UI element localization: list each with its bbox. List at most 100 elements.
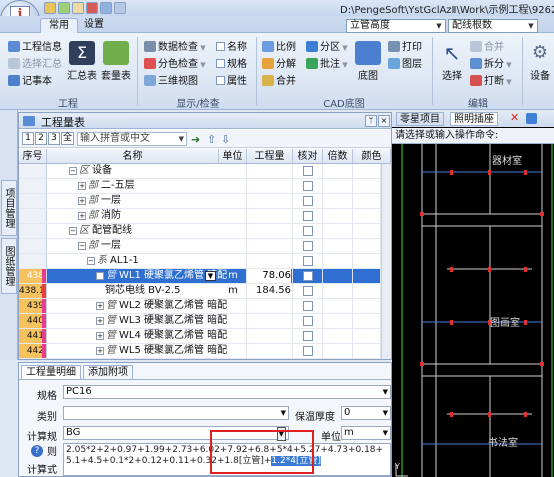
vertical-scrollbar[interactable] <box>381 164 391 359</box>
table-row[interactable]: 438− 管 WL1 硬聚氯乙烯管 暗配 ▼ m 78.06 <box>19 269 391 284</box>
chevron-down-icon[interactable]: ▼ <box>205 271 216 281</box>
col-multiple[interactable]: 倍数 <box>323 149 353 164</box>
checkbox[interactable] <box>216 59 225 68</box>
level-1-button[interactable]: 1 <box>22 132 34 145</box>
col-unit[interactable]: 单位 <box>219 149 247 164</box>
select-summary-button[interactable]: 选择汇总 <box>8 58 62 72</box>
quick-action-icon[interactable] <box>114 2 126 14</box>
arrow-down-icon[interactable]: ⇩ <box>221 133 230 146</box>
help-icon[interactable]: ? <box>31 445 43 457</box>
summary-table-button[interactable]: Σ 汇总表 <box>66 41 98 82</box>
checkbox[interactable] <box>216 76 225 85</box>
show-attr-checkbox[interactable]: 属性 <box>216 75 247 89</box>
table-row[interactable]: 439 + 管 WL2 硬聚氯乙烯管 暗配 <box>19 299 391 314</box>
verify-checkbox[interactable] <box>303 166 313 176</box>
level-3-button[interactable]: 3 <box>48 132 60 145</box>
verify-checkbox[interactable] <box>303 271 313 281</box>
color-check-button[interactable]: 分色检查 ▼ <box>144 58 206 72</box>
level-all-button[interactable]: 全 <box>61 132 74 145</box>
collapse-icon[interactable]: − <box>69 227 77 235</box>
quick-action-icon[interactable] <box>100 2 112 14</box>
table-row[interactable]: + 部消防 <box>19 209 391 224</box>
verify-checkbox[interactable] <box>303 196 313 206</box>
table-row[interactable]: 441 + 管 WL4 硬聚氯乙烯管 暗配 <box>19 329 391 344</box>
spec-field[interactable]: PC16 ▼ <box>63 385 391 399</box>
table-row[interactable]: − 系 AL1-1 <box>19 254 391 269</box>
base-drawing-button[interactable]: 底图 <box>354 41 382 82</box>
table-row[interactable]: + 部二-五层 <box>19 179 391 194</box>
search-input[interactable]: 输入拼音或中文 ▼ <box>77 132 187 146</box>
arrow-up-icon[interactable]: ⇧ <box>207 133 216 146</box>
expand-icon[interactable]: + <box>96 302 104 310</box>
quick-action-icon[interactable] <box>72 2 84 14</box>
quick-action-icon[interactable] <box>86 2 98 14</box>
close-icon[interactable]: × <box>378 115 390 127</box>
select-button[interactable]: ↖ 选择 <box>438 41 466 82</box>
expand-icon[interactable]: + <box>78 197 86 205</box>
notepad-button[interactable]: 记事本 <box>8 75 52 89</box>
verify-checkbox[interactable] <box>303 316 313 326</box>
pin-icon[interactable]: ᛘ <box>365 115 377 127</box>
print-button[interactable]: 打印 <box>388 41 422 55</box>
cad-canvas[interactable]: 器材室 图画室 书法室 Y <box>392 144 554 477</box>
tab-misc-items[interactable]: 零星项目 <box>396 112 444 126</box>
table-row[interactable]: + 部一层 <box>19 194 391 209</box>
col-name[interactable]: 名称 <box>47 149 219 164</box>
verify-checkbox[interactable] <box>303 256 313 266</box>
verify-checkbox[interactable] <box>303 226 313 236</box>
verify-checkbox[interactable] <box>303 181 313 191</box>
annotate-button[interactable]: 批注 ▼ <box>306 58 348 72</box>
unit-field[interactable]: m ▼ <box>341 426 391 440</box>
height-combo[interactable]: 立管高度 ▼ <box>346 19 446 33</box>
scale-button[interactable]: 比例 <box>262 41 296 55</box>
expand-icon[interactable]: + <box>96 317 104 325</box>
show-spec-checkbox[interactable]: 规格 <box>216 58 247 72</box>
table-row[interactable]: 442 + 管 WL5 硬聚氯乙烯管 暗配 <box>19 344 391 359</box>
verify-checkbox[interactable] <box>303 331 313 341</box>
tab-add-item[interactable]: 添加附项 <box>83 365 133 379</box>
checkbox[interactable] <box>216 42 225 51</box>
layers-button[interactable]: 图层 <box>388 58 422 72</box>
collapse-icon[interactable]: − <box>78 242 86 250</box>
expand-icon[interactable]: + <box>78 182 86 190</box>
table-row[interactable]: − 区设备 <box>19 164 391 179</box>
verify-checkbox[interactable] <box>303 211 313 221</box>
save-icon[interactable] <box>44 2 56 14</box>
quota-table-button[interactable]: 套量表 <box>100 41 132 82</box>
table-row[interactable]: 440 + 管 WL3 硬聚氯乙烯管 暗配 <box>19 314 391 329</box>
command-line[interactable]: 请选择或输入操作命令: <box>392 128 554 144</box>
collapse-icon[interactable]: − <box>69 167 77 175</box>
table-row[interactable]: − 部一层 <box>19 239 391 254</box>
split-button[interactable]: 拆分 ▼ <box>470 58 512 72</box>
expand-icon[interactable]: + <box>96 332 104 340</box>
verify-checkbox[interactable] <box>303 301 313 311</box>
merge-cad-button[interactable]: 合并 <box>262 75 296 89</box>
collapse-icon[interactable]: − <box>96 272 104 280</box>
close-icon[interactable]: ✕ <box>510 112 521 124</box>
col-qty[interactable]: 工程量 <box>247 149 293 164</box>
collapse-icon[interactable]: − <box>87 257 95 265</box>
level-2-button[interactable]: 2 <box>35 132 47 145</box>
tab-home[interactable]: 常用 <box>40 18 78 33</box>
open-icon[interactable] <box>58 2 70 14</box>
break-button[interactable]: 打断 ▼ <box>470 75 512 89</box>
tab-menu-icon[interactable] <box>526 113 537 124</box>
data-check-button[interactable]: 数据检查 ▼ <box>144 41 206 55</box>
expand-icon[interactable]: + <box>96 347 104 355</box>
insulation-field[interactable]: 0 ▼ <box>341 406 391 420</box>
settings-button[interactable]: ⚙ 设备 <box>526 41 554 82</box>
zone-button[interactable]: 分区 ▼ <box>306 41 348 55</box>
tab-quantity-detail[interactable]: 工程量明细 <box>21 365 81 379</box>
project-info-button[interactable]: 工程信息 <box>8 41 62 55</box>
verify-checkbox[interactable] <box>303 241 313 251</box>
side-tab-project[interactable]: 项目管理 <box>1 180 17 236</box>
category-field[interactable]: ▼ <box>63 406 289 420</box>
table-row[interactable]: − 区配管配线 <box>19 224 391 239</box>
side-tab-drawings[interactable]: 图纸管理 <box>1 238 17 294</box>
table-row[interactable]: 438.1 铜芯电线 BV-2.5 m 184.56 <box>19 284 391 299</box>
expand-icon[interactable]: + <box>78 212 86 220</box>
go-icon[interactable]: ➜ <box>191 133 200 146</box>
col-color[interactable]: 颜色 <box>353 149 391 164</box>
verify-checkbox[interactable] <box>303 346 313 356</box>
explode-button[interactable]: 分解 <box>262 58 296 72</box>
